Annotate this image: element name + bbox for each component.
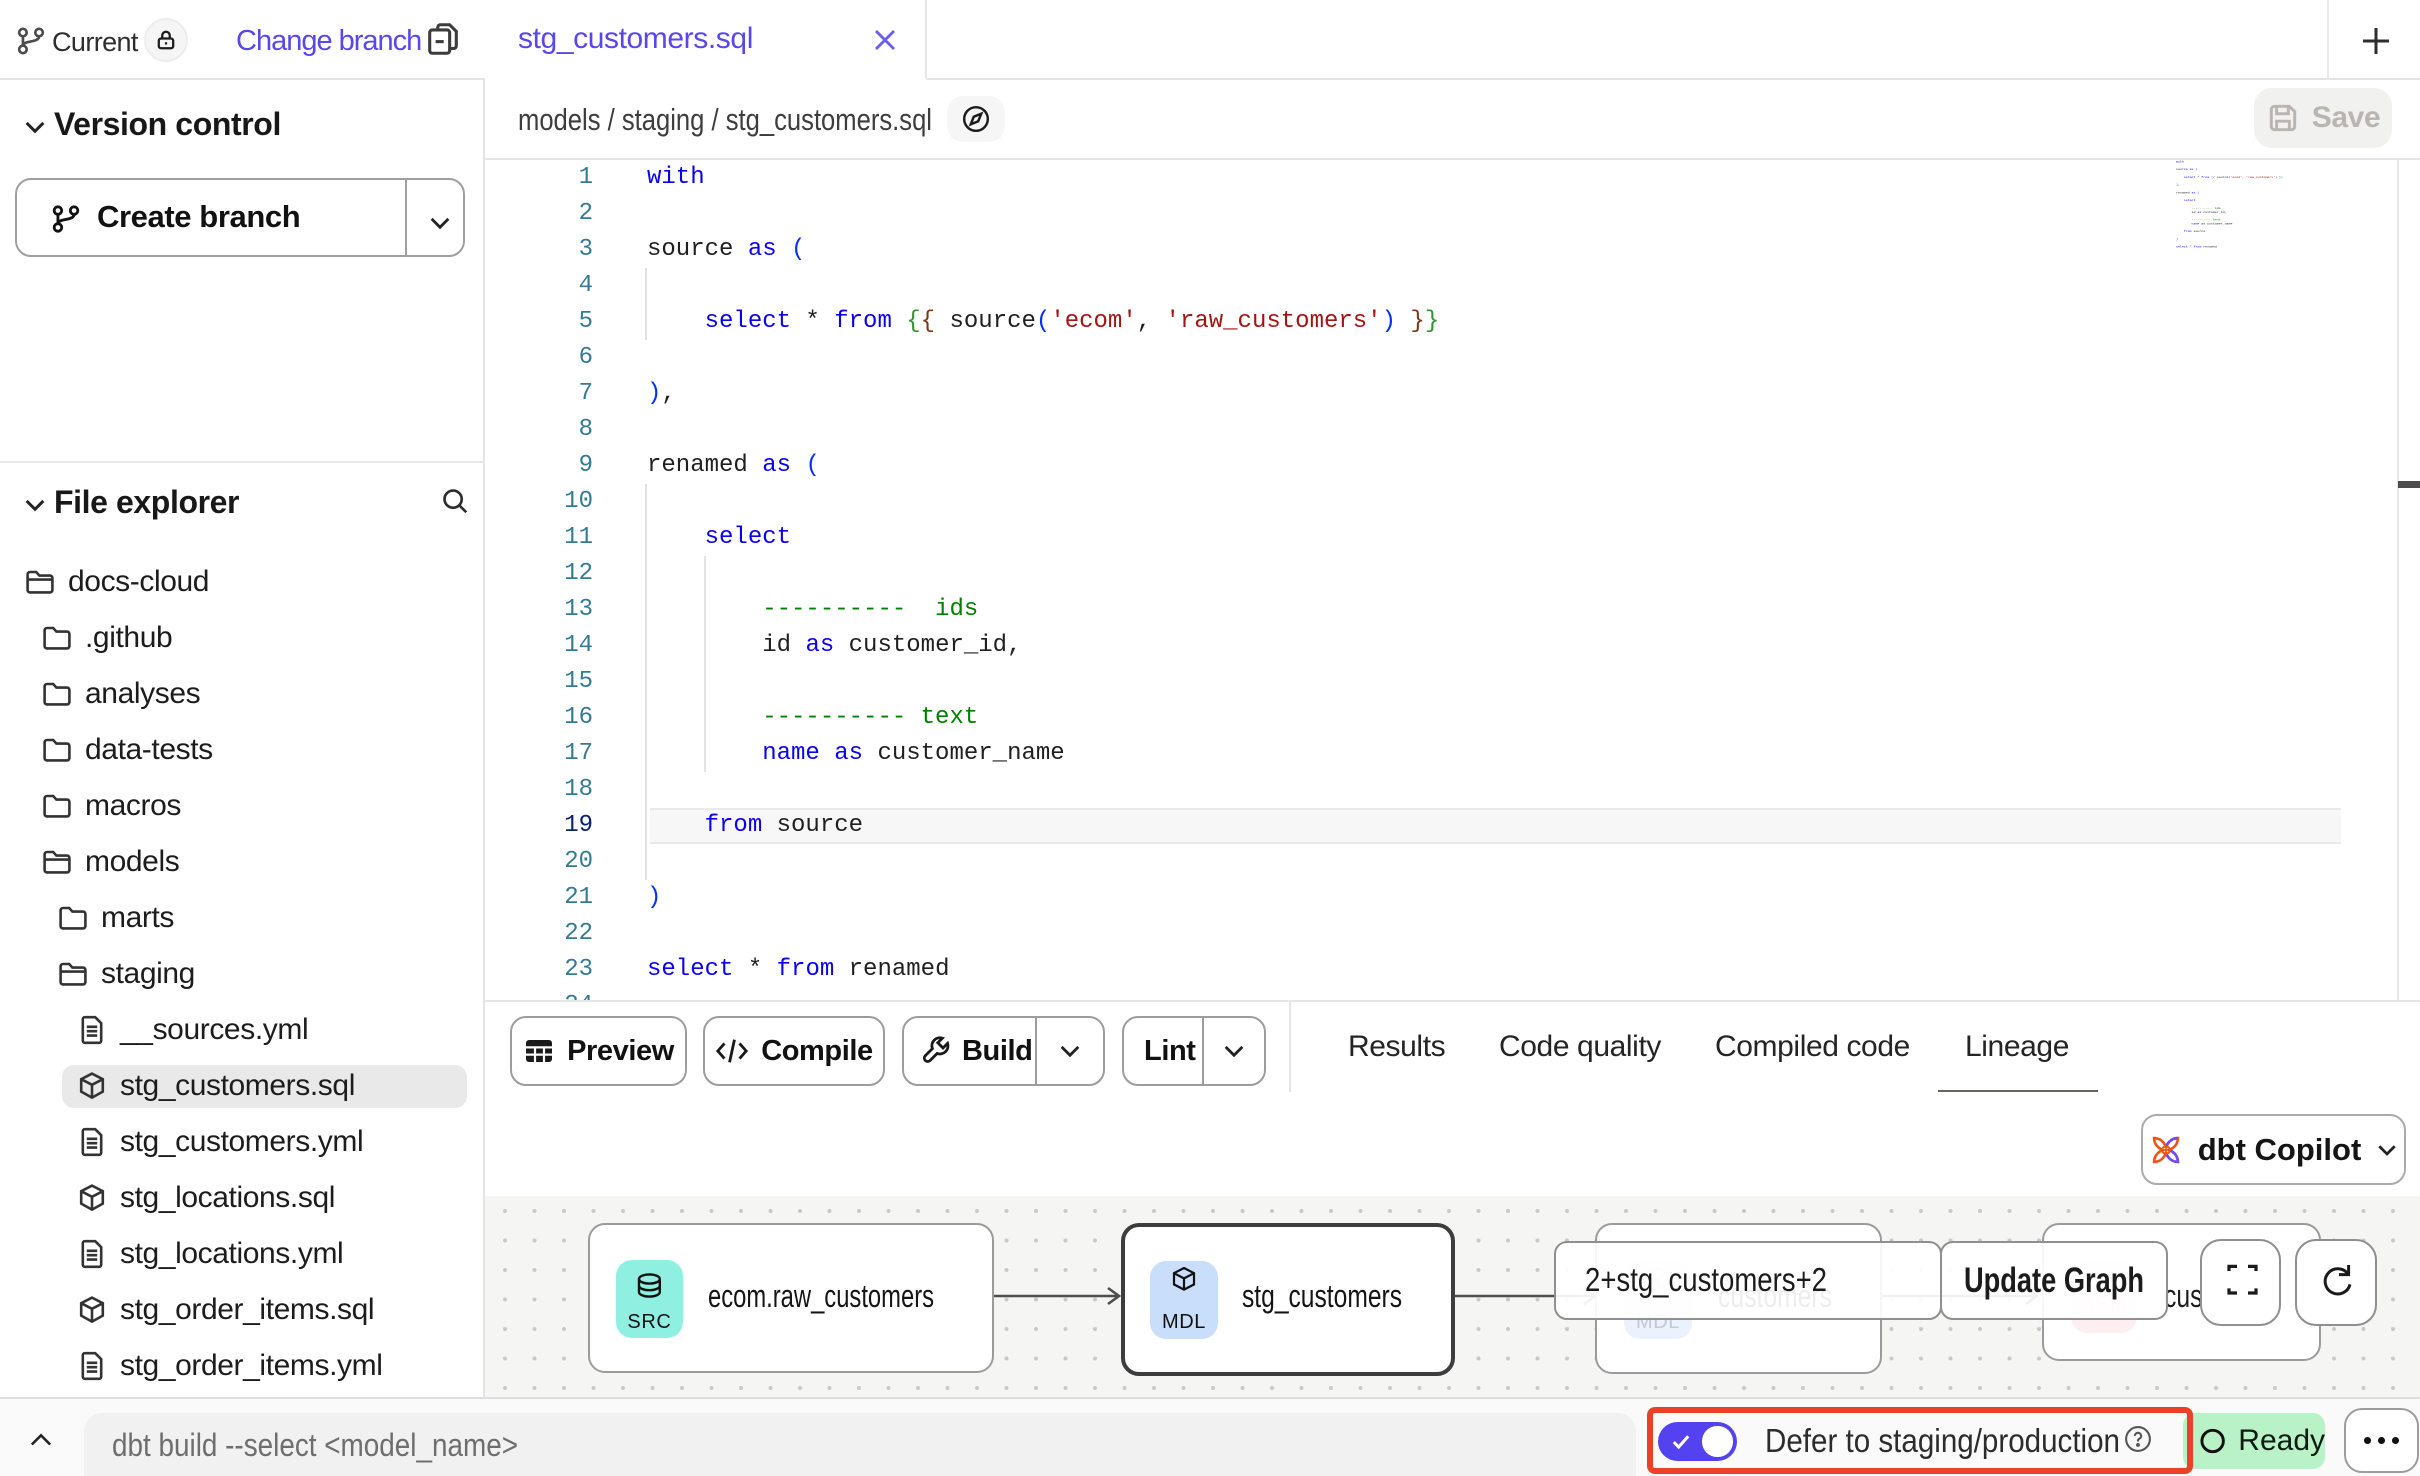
svg-text:Update Graph: Update Graph	[1964, 1261, 2144, 1300]
svg-text:2+stg_customers+2: 2+stg_customers+2	[1585, 1261, 1827, 1298]
svg-text:ecom.raw_customers: ecom.raw_customers	[708, 1278, 934, 1314]
svg-text:stg_customers: stg_customers	[1242, 1278, 1402, 1314]
svg-text:MDL: MDL	[1162, 1311, 1206, 1333]
svg-text:models / staging / stg_custome: models / staging / stg_customers.sql	[518, 102, 932, 137]
svg-text:SRC: SRC	[627, 1311, 671, 1333]
svg-text:dbt build --select <model_name: dbt build --select <model_name>	[112, 1427, 518, 1463]
